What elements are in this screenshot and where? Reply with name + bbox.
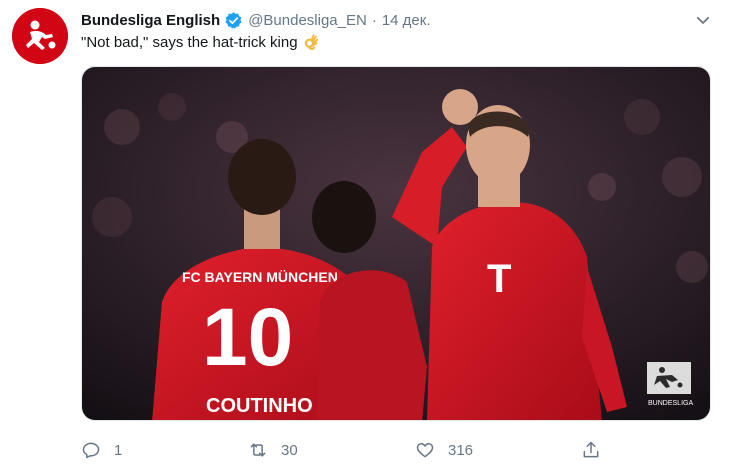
like-button[interactable]: 316 [415, 438, 473, 462]
chevron-down-icon[interactable] [694, 11, 712, 29]
user-handle[interactable]: @Bundesliga_EN [248, 12, 367, 29]
ok-hand-emoji-icon [303, 34, 320, 51]
tweet-actions: 1 30 316 [81, 438, 611, 462]
watermark-text: BUNDESLIGA [648, 400, 693, 407]
share-button[interactable] [581, 438, 601, 462]
svg-text:T: T [487, 257, 511, 301]
retweet-count: 30 [281, 441, 298, 459]
photo-image: FC BAYERN MÜNCHEN 10 COUTINHO T BUNDESLI… [82, 67, 710, 420]
reply-count: 1 [114, 441, 123, 459]
timestamp[interactable]: 14 дек. [382, 12, 431, 29]
tweet-text: "Not bad," says the hat-trick king [81, 34, 298, 51]
display-name[interactable]: Bundesliga English [81, 12, 220, 29]
jersey-club-text: FC BAYERN MÜNCHEN [182, 269, 338, 285]
bundesliga-logo [12, 8, 68, 64]
jersey-number: 10 [202, 292, 293, 383]
retweet-icon [248, 440, 268, 460]
tweet-header: Bundesliga English @Bundesliga_EN · 14 д… [81, 10, 431, 30]
avatar[interactable] [12, 8, 68, 64]
reply-icon [81, 440, 101, 460]
tweet-text-row: "Not bad," says the hat-trick king [81, 34, 320, 51]
tweet-photo[interactable]: FC BAYERN MÜNCHEN 10 COUTINHO T BUNDESLI… [81, 66, 711, 421]
retweet-button[interactable]: 30 [248, 438, 298, 462]
like-count: 316 [448, 441, 474, 459]
separator-dot: · [371, 11, 377, 29]
tweet-card: Bundesliga English @Bundesliga_EN · 14 д… [0, 0, 730, 471]
jersey-name: COUTINHO [206, 395, 313, 417]
share-icon [581, 440, 601, 460]
verified-badge-icon [224, 11, 243, 30]
heart-icon [415, 440, 435, 460]
reply-button[interactable]: 1 [81, 438, 122, 462]
